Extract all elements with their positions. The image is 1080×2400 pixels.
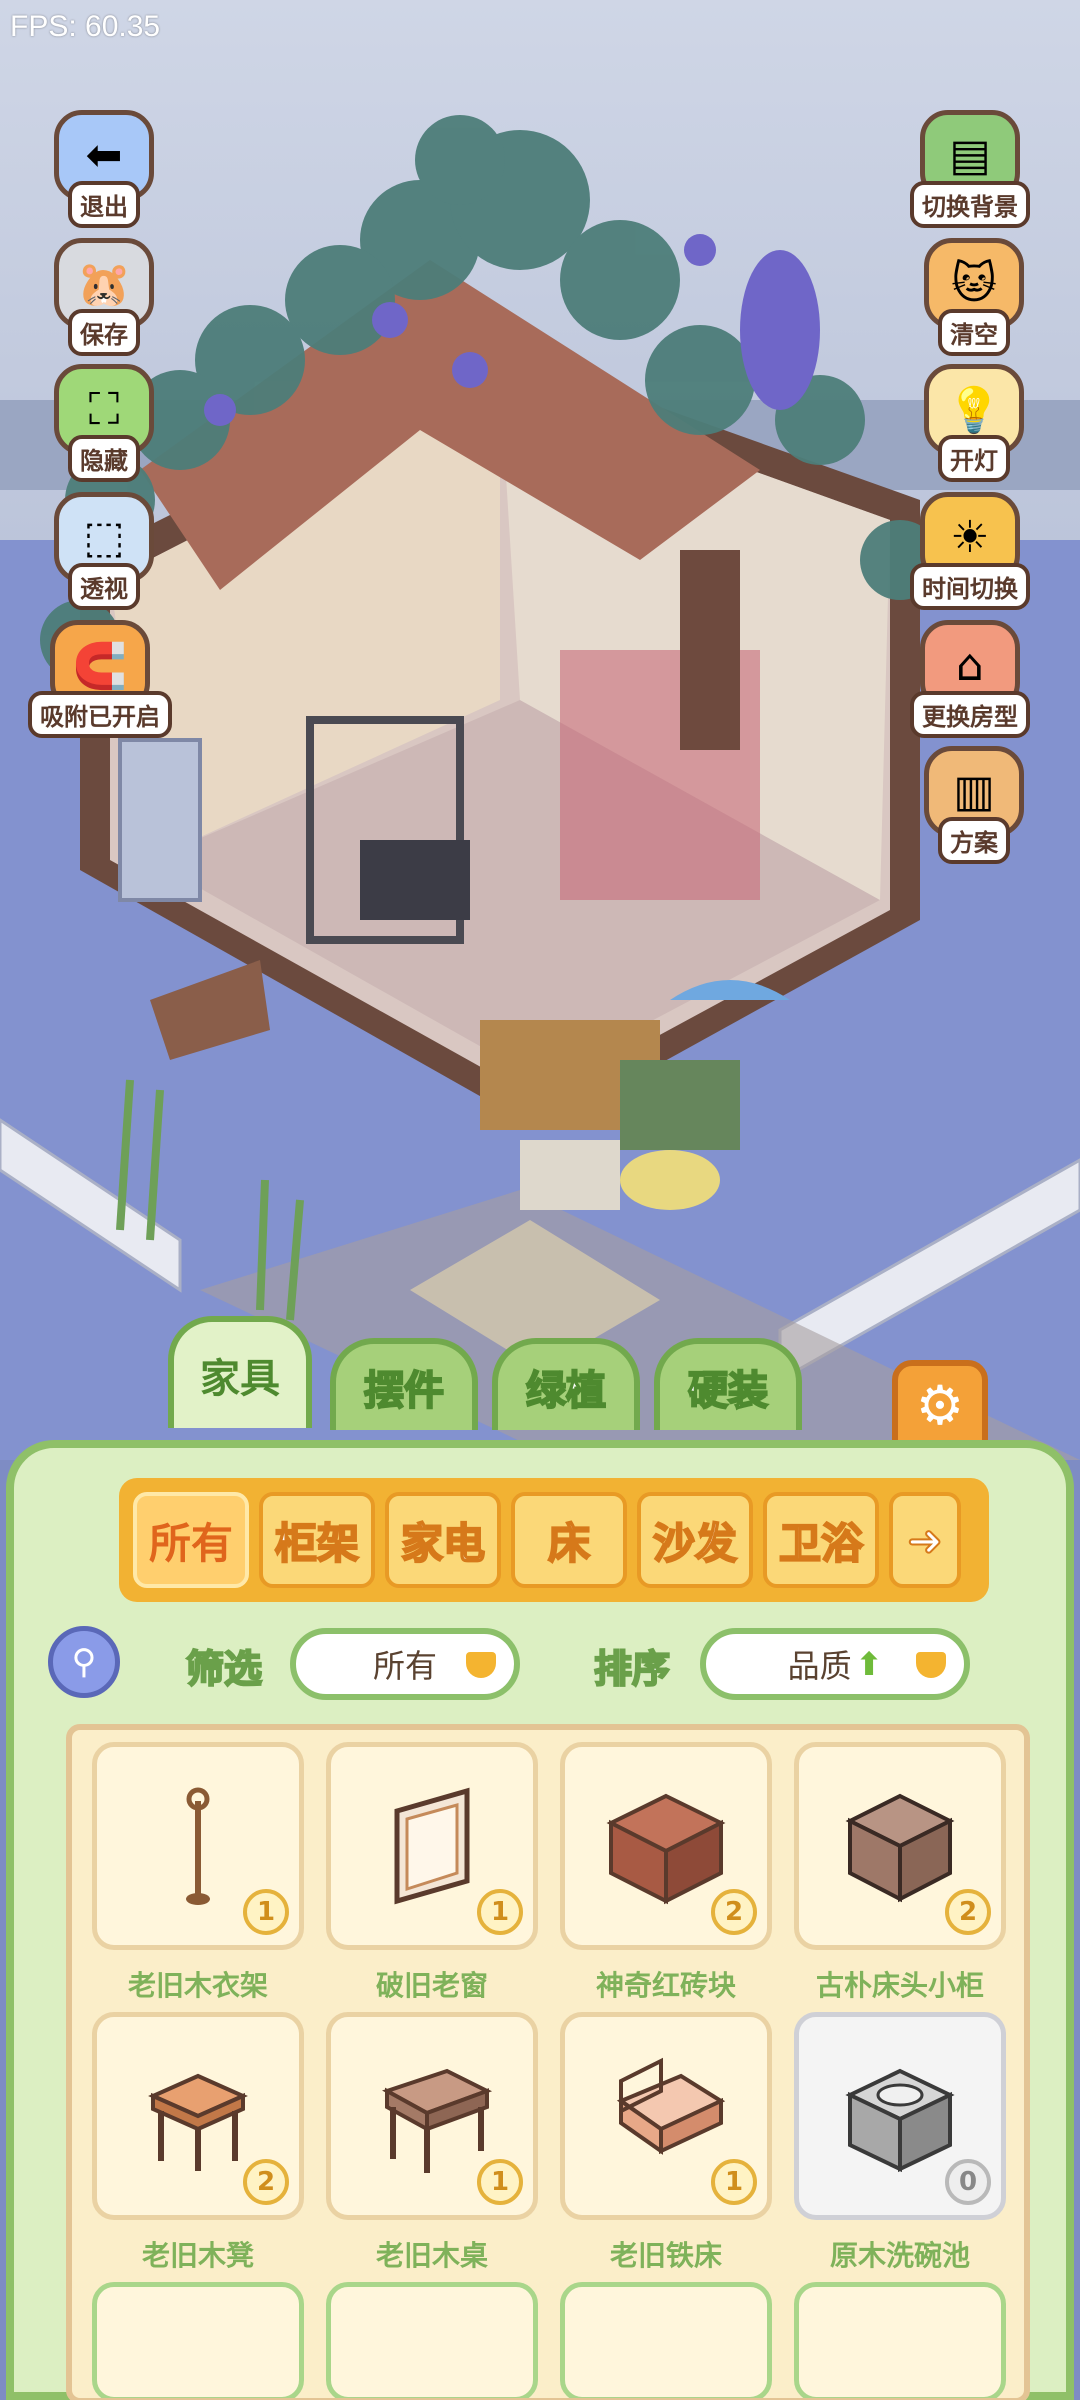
nightstand-icon xyxy=(845,1793,955,1903)
filter-label: 筛选 xyxy=(185,1646,263,1692)
settings-button[interactable]: ⚙ xyxy=(892,1360,988,1450)
item-count-badge: 2 xyxy=(711,1889,757,1935)
item-name: 老旧木桌 xyxy=(375,2239,488,2272)
tab-furniture[interactable]: 家具 xyxy=(168,1316,312,1428)
category-sofas[interactable]: 沙发 xyxy=(637,1492,753,1588)
tab-furniture-label: 家具 xyxy=(200,1356,280,1402)
snap-label: 吸附已开启 xyxy=(28,691,172,738)
tab-ornaments-label: 摆件 xyxy=(363,1367,445,1415)
category-appliances[interactable]: 家电 xyxy=(385,1492,501,1588)
clear-label: 清空 xyxy=(938,309,1010,356)
category-bar: 所有 柜架 家电 床 沙发 卫浴 ➜ xyxy=(119,1478,989,1602)
sort-label: 排序 xyxy=(593,1646,671,1692)
change-room-button[interactable]: ⌂ 更换房型 xyxy=(900,620,1040,738)
item-count-badge: 2 xyxy=(945,1889,991,1935)
item-card[interactable]: 1 老旧木衣架 xyxy=(92,1742,304,2004)
perspective-label: 透视 xyxy=(68,563,140,610)
item-name: 古朴床头小柜 xyxy=(815,1969,984,2002)
search-icon: ⚲ xyxy=(71,1642,97,1682)
tab-ornaments[interactable]: 摆件 xyxy=(330,1338,478,1430)
item-card[interactable]: 2 古朴床头小柜 xyxy=(794,1742,1006,2004)
light-button[interactable]: 💡 开灯 xyxy=(920,364,1028,482)
item-count-badge: 2 xyxy=(243,2159,289,2205)
gear-icon: ⚙ xyxy=(915,1373,965,1437)
item-name: 老旧木衣架 xyxy=(127,1969,268,2002)
item-name: 破旧老窗 xyxy=(375,1969,488,2002)
exit-button[interactable]: ⬅ 退出 xyxy=(50,110,158,228)
item-name: 神奇红砖块 xyxy=(595,1969,736,2002)
fps-counter: FPS: 60.35 xyxy=(10,10,161,43)
category-next-button[interactable]: ➜ xyxy=(889,1492,961,1588)
search-button[interactable]: ⚲ xyxy=(48,1626,120,1698)
sort-dropdown[interactable]: 品质 ⬆ xyxy=(700,1628,970,1700)
wooden-stool-icon xyxy=(148,2073,248,2171)
perspective-button[interactable]: ⬚ 透视 xyxy=(50,492,158,610)
filter-value: 所有 xyxy=(372,1647,437,1685)
coat-rack-icon xyxy=(186,1787,210,1905)
item-card[interactable]: 0 原木洗碗池 xyxy=(794,2012,1006,2274)
item-card-partial[interactable] xyxy=(560,2282,772,2398)
item-count-badge: 1 xyxy=(477,1889,523,1935)
furniture-panel: 所有 柜架 家电 床 沙发 卫浴 ➜ ⚲ 筛选 所有 排序 品质 ⬆ 1 老旧木… xyxy=(6,1440,1074,2400)
item-name: 老旧木凳 xyxy=(141,2239,254,2272)
house-scene[interactable]: FPS: 60.35 ⬅ 退出 🐹 保存 ⛶ 隐藏 ⬚ 透视 🧲 吸附已开启 ▤… xyxy=(0,0,1080,1460)
sort-value: 品质 xyxy=(787,1647,852,1685)
arrow-right-icon: ➜ xyxy=(906,1515,943,1566)
item-name: 原木洗碗池 xyxy=(829,2239,970,2272)
wooden-desk-icon xyxy=(382,2068,493,2173)
save-button[interactable]: 🐹 保存 xyxy=(50,238,158,356)
item-card[interactable]: 2 老旧木凳 xyxy=(92,2012,304,2274)
filter-dropdown[interactable]: 所有 xyxy=(290,1628,520,1700)
iron-bed-icon xyxy=(616,2057,726,2155)
item-name: 老旧铁床 xyxy=(609,2239,722,2272)
plan-button[interactable]: ▥ 方案 xyxy=(920,746,1028,864)
plan-label: 方案 xyxy=(938,817,1010,864)
red-brick-icon xyxy=(606,1793,726,1905)
switch-background-label: 切换背景 xyxy=(910,181,1030,228)
item-card[interactable]: 1 老旧铁床 xyxy=(560,2012,772,2274)
change-room-label: 更换房型 xyxy=(910,691,1030,738)
tab-plants[interactable]: 绿植 xyxy=(492,1338,640,1430)
chevron-down-icon xyxy=(466,1652,496,1678)
item-count-badge: 1 xyxy=(243,1889,289,1935)
light-label: 开灯 xyxy=(938,435,1010,482)
time-switch-label: 时间切换 xyxy=(910,563,1030,610)
item-count-badge: 0 xyxy=(945,2159,991,2205)
save-label: 保存 xyxy=(68,309,140,356)
hide-label: 隐藏 xyxy=(68,435,140,482)
item-card[interactable]: 2 神奇红砖块 xyxy=(560,1742,772,2004)
tab-hardware-label: 硬装 xyxy=(687,1367,769,1415)
item-card-partial[interactable] xyxy=(794,2282,1006,2398)
clear-button[interactable]: 🐱 清空 xyxy=(920,238,1028,356)
sort-ascending-icon: ⬆ xyxy=(855,1645,883,1683)
item-card[interactable]: 1 老旧木桌 xyxy=(326,2012,538,2274)
hide-button[interactable]: ⛶ 隐藏 xyxy=(50,364,158,482)
old-window-icon xyxy=(394,1787,470,1905)
category-bathroom[interactable]: 卫浴 xyxy=(763,1492,879,1588)
chevron-down-icon xyxy=(916,1652,946,1678)
category-all[interactable]: 所有 xyxy=(133,1492,249,1588)
item-card-partial[interactable] xyxy=(92,2282,304,2398)
switch-background-button[interactable]: ▤ 切换背景 xyxy=(900,110,1040,228)
time-switch-button[interactable]: ☀ 时间切换 xyxy=(900,492,1040,610)
item-card[interactable]: 1 破旧老窗 xyxy=(326,1742,538,2004)
exit-label: 退出 xyxy=(68,181,140,228)
category-cabinets[interactable]: 柜架 xyxy=(259,1492,375,1588)
category-beds[interactable]: 床 xyxy=(511,1492,627,1588)
snap-toggle-button[interactable]: 🧲 吸附已开启 xyxy=(28,620,172,738)
sink-cabinet-icon xyxy=(845,2068,955,2173)
tab-plants-label: 绿植 xyxy=(525,1367,607,1415)
item-card-partial[interactable] xyxy=(326,2282,538,2398)
main-tab-bar: 家具 摆件 绿植 硬装 ⚙ xyxy=(0,1316,1080,1450)
item-count-badge: 1 xyxy=(711,2159,757,2205)
tab-hardware[interactable]: 硬装 xyxy=(654,1338,802,1430)
item-grid: 1 老旧木衣架 1 破旧老窗 2 神奇红砖块 2 古朴床头小柜 2 老旧木凳 1… xyxy=(66,1724,1030,2400)
item-count-badge: 1 xyxy=(477,2159,523,2205)
